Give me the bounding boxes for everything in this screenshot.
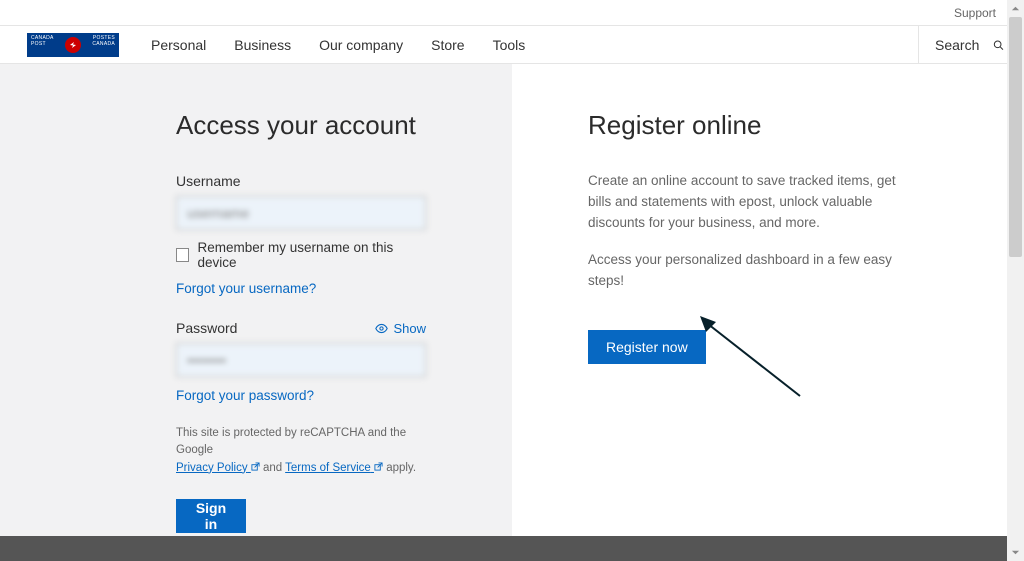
search-label: Search bbox=[935, 37, 979, 53]
nav-tools[interactable]: Tools bbox=[493, 37, 526, 53]
register-description-1: Create an online account to save tracked… bbox=[588, 171, 914, 234]
logo-circle-icon bbox=[65, 37, 81, 53]
privacy-policy-link[interactable]: Privacy Policy bbox=[176, 462, 260, 474]
username-label: Username bbox=[176, 173, 426, 189]
sign-in-button[interactable]: Sign in bbox=[176, 499, 246, 533]
register-now-button[interactable]: Register now bbox=[588, 330, 706, 364]
register-panel: Register online Create an online account… bbox=[512, 64, 1014, 536]
eye-icon bbox=[375, 322, 388, 335]
canada-post-logo[interactable]: CANADAPOST POSTESCANADA bbox=[27, 33, 119, 57]
register-description-2: Access your personalized dashboard in a … bbox=[588, 250, 914, 292]
scroll-thumb[interactable] bbox=[1009, 17, 1022, 257]
main-nav: Personal Business Our company Store Tool… bbox=[151, 37, 525, 53]
terms-of-service-link[interactable]: Terms of Service bbox=[285, 462, 383, 474]
support-link[interactable]: Support bbox=[954, 6, 996, 20]
scrollbar[interactable] bbox=[1007, 0, 1024, 561]
nav-our-company[interactable]: Our company bbox=[319, 37, 403, 53]
header: CANADAPOST POSTESCANADA Personal Busines… bbox=[0, 26, 1024, 64]
register-heading: Register online bbox=[588, 110, 914, 141]
forgot-password-link[interactable]: Forgot your password? bbox=[176, 388, 314, 403]
login-heading: Access your account bbox=[176, 110, 426, 141]
scroll-up-button[interactable] bbox=[1007, 0, 1024, 17]
search-icon bbox=[993, 38, 1004, 52]
login-panel: Access your account Username Remember my… bbox=[0, 64, 512, 536]
password-input[interactable] bbox=[176, 343, 426, 377]
external-link-icon bbox=[251, 462, 260, 471]
scroll-down-button[interactable] bbox=[1007, 544, 1024, 561]
username-input[interactable] bbox=[176, 196, 426, 230]
remember-checkbox[interactable] bbox=[176, 248, 189, 262]
footer-bar bbox=[0, 536, 1007, 561]
password-label: Password bbox=[176, 320, 237, 336]
main-content: Access your account Username Remember my… bbox=[0, 64, 1024, 536]
nav-personal[interactable]: Personal bbox=[151, 37, 206, 53]
top-bar: Support bbox=[0, 0, 1024, 26]
nav-store[interactable]: Store bbox=[431, 37, 464, 53]
external-link-icon bbox=[374, 462, 383, 471]
forgot-username-link[interactable]: Forgot your username? bbox=[176, 281, 316, 296]
remember-label: Remember my username on this device bbox=[197, 240, 426, 270]
recaptcha-notice: This site is protected by reCAPTCHA and … bbox=[176, 425, 426, 477]
nav-business[interactable]: Business bbox=[234, 37, 291, 53]
show-password-toggle[interactable]: Show bbox=[375, 321, 426, 336]
